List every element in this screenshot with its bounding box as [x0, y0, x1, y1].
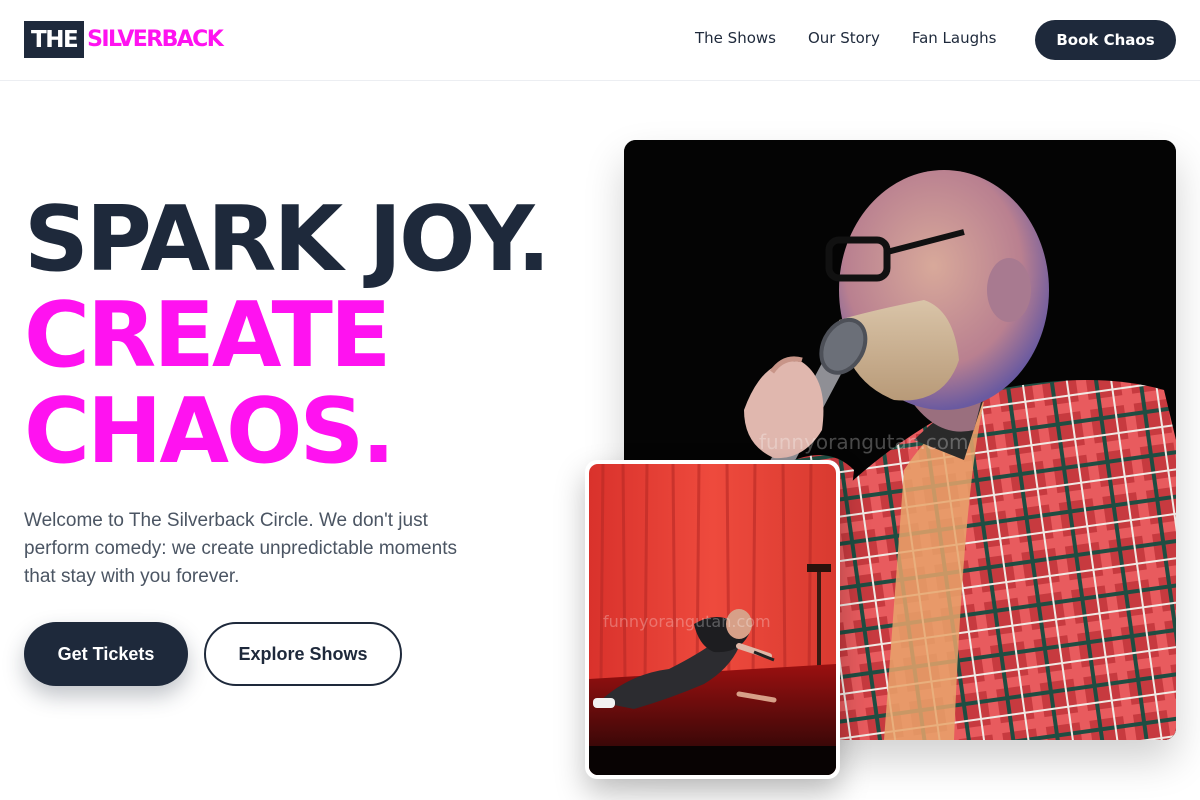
hero-intro-text: Welcome to The Silverback Circle. We don… — [24, 510, 457, 587]
headline-line-2: CREATE — [24, 283, 391, 388]
logo[interactable]: THE SILVERBACK — [24, 21, 224, 58]
get-tickets-button[interactable]: Get Tickets — [24, 622, 188, 686]
main-nav: The Shows Our Story Fan Laughs — [695, 29, 1028, 47]
book-chaos-button[interactable]: Book Chaos — [1035, 20, 1176, 60]
stage-performance-photo: funnyorangutan.com — [585, 460, 840, 779]
inset-photo-watermark: funnyorangutan.com — [603, 612, 771, 631]
logo-name: SILVERBACK — [87, 27, 224, 52]
headline-line-3: CHAOS. — [24, 379, 396, 484]
main-photo-watermark: funnyorangutan.com — [759, 430, 969, 454]
headline-line-1: SPARK JOY. — [24, 187, 551, 292]
logo-prefix: THE — [24, 21, 85, 58]
explore-shows-button[interactable]: Explore Shows — [204, 622, 402, 686]
site-header: THE SILVERBACK The Shows Our Story Fan L… — [0, 0, 1200, 81]
hero-headline: SPARK JOY. CREATE CHAOS. — [24, 187, 551, 484]
nav-item-the-shows[interactable]: The Shows — [695, 29, 776, 47]
nav-item-fan-laughs[interactable]: Fan Laughs — [912, 29, 997, 47]
nav-item-our-story[interactable]: Our Story — [808, 29, 880, 47]
